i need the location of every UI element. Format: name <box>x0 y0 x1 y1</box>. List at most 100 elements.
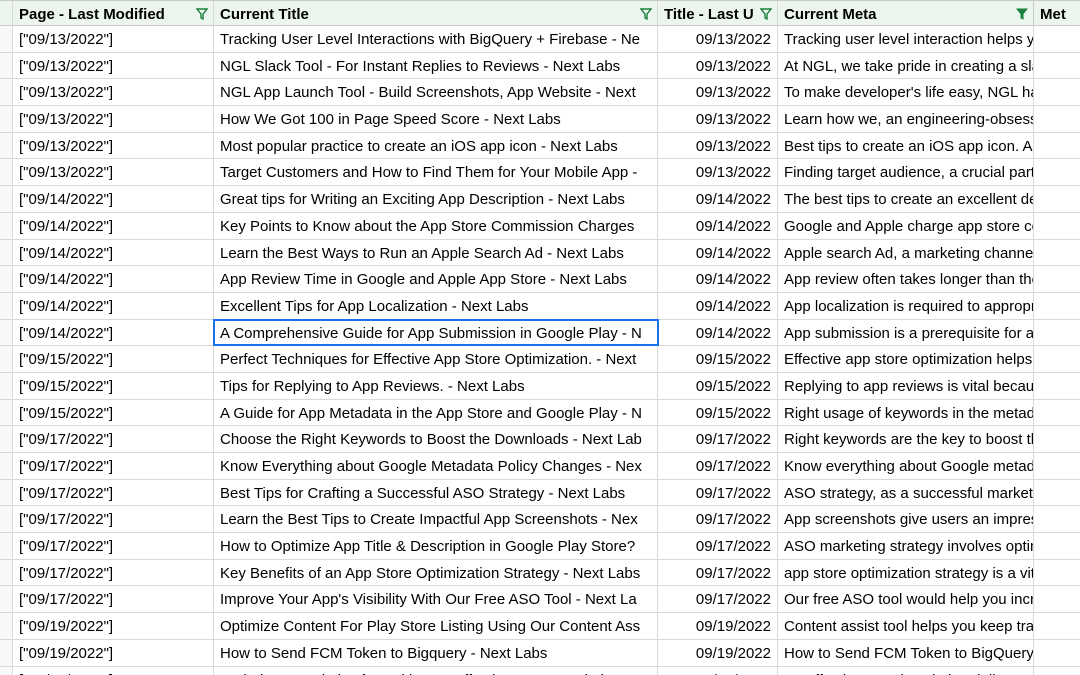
cell-title-last-updated[interactable]: 09/17/2022 <box>658 586 778 612</box>
cell-current-title[interactable]: Target Customers and How to Find Them fo… <box>214 159 658 185</box>
row-gutter[interactable] <box>0 613 13 639</box>
cell-current-title[interactable]: How to Send FCM Token to Bigquery - Next… <box>214 640 658 666</box>
cell-current-meta[interactable]: ASO strategy, as a successful marketin <box>778 480 1034 506</box>
cell-current-meta[interactable]: App submission is a prerequisite for ap <box>778 320 1034 346</box>
row-gutter[interactable] <box>0 213 13 239</box>
row-gutter[interactable] <box>0 667 13 675</box>
cell-current-title[interactable]: Tips for Replying to App Reviews. - Next… <box>214 373 658 399</box>
cell-title-last-updated[interactable]: 09/14/2022 <box>658 240 778 266</box>
cell-meta-partial[interactable] <box>1034 373 1080 399</box>
cell-page-modified[interactable]: ["09/14/2022"] <box>13 266 214 292</box>
table-row[interactable]: ["09/17/2022"]Key Benefits of an App Sto… <box>0 560 1080 587</box>
cell-page-modified[interactable]: ["09/20/2022"] <box>13 667 214 675</box>
table-row[interactable]: ["09/19/2022"]Optimize Content For Play … <box>0 613 1080 640</box>
cell-meta-partial[interactable] <box>1034 26 1080 52</box>
filter-icon[interactable] <box>639 8 653 22</box>
table-row[interactable]: ["09/17/2022"]How to Optimize App Title … <box>0 533 1080 560</box>
cell-meta-partial[interactable] <box>1034 560 1080 586</box>
cell-page-modified[interactable]: ["09/14/2022"] <box>13 186 214 212</box>
row-gutter[interactable] <box>0 79 13 105</box>
table-row[interactable]: ["09/20/2022"]Techniques and Tips for Wr… <box>0 667 1080 675</box>
cell-page-modified[interactable]: ["09/14/2022"] <box>13 240 214 266</box>
table-row[interactable]: ["09/13/2022"]Most popular practice to c… <box>0 133 1080 160</box>
cell-page-modified[interactable]: ["09/17/2022"] <box>13 426 214 452</box>
cell-current-meta[interactable]: Know everything about Google metada <box>778 453 1034 479</box>
cell-page-modified[interactable]: ["09/17/2022"] <box>13 480 214 506</box>
cell-meta-partial[interactable] <box>1034 586 1080 612</box>
row-gutter[interactable] <box>0 640 13 666</box>
cell-title-last-updated[interactable]: 09/15/2022 <box>658 373 778 399</box>
cell-current-meta[interactable]: Tracking user level interaction helps yo <box>778 26 1034 52</box>
cell-page-modified[interactable]: ["09/13/2022"] <box>13 159 214 185</box>
cell-current-meta[interactable]: Effective app store optimization helps a <box>778 346 1034 372</box>
cell-current-title[interactable]: NGL App Launch Tool - Build Screenshots,… <box>214 79 658 105</box>
cell-page-modified[interactable]: ["09/15/2022"] <box>13 346 214 372</box>
cell-current-title[interactable]: Learn the Best Tips to Create Impactful … <box>214 506 658 532</box>
column-header-page-modified[interactable]: Page - Last Modified <box>13 1 214 25</box>
cell-current-title[interactable]: App Review Time in Google and Apple App … <box>214 266 658 292</box>
cell-current-meta[interactable]: How to Send FCM Token to BigQuery <box>778 640 1034 666</box>
cell-meta-partial[interactable] <box>1034 346 1080 372</box>
column-header-title-last-updated[interactable]: Title - Last U <box>658 1 778 25</box>
cell-title-last-updated[interactable]: 09/17/2022 <box>658 453 778 479</box>
cell-current-meta[interactable]: Replying to app reviews is vital becaus <box>778 373 1034 399</box>
cell-title-last-updated[interactable]: 09/13/2022 <box>658 159 778 185</box>
row-gutter[interactable] <box>0 480 13 506</box>
row-gutter[interactable] <box>0 346 13 372</box>
cell-current-meta[interactable]: At NGL, we take pride in creating a sla <box>778 53 1034 79</box>
column-header-meta-partial[interactable]: Met <box>1034 1 1080 25</box>
cell-page-modified[interactable]: ["09/17/2022"] <box>13 453 214 479</box>
row-gutter[interactable] <box>0 586 13 612</box>
cell-current-meta[interactable]: Best tips to create an iOS app icon. A <box>778 133 1034 159</box>
cell-title-last-updated[interactable]: 09/14/2022 <box>658 293 778 319</box>
cell-meta-partial[interactable] <box>1034 159 1080 185</box>
table-row[interactable]: ["09/14/2022"]Key Points to Know about t… <box>0 213 1080 240</box>
cell-current-title[interactable]: Great tips for Writing an Exciting App D… <box>214 186 658 212</box>
cell-current-meta[interactable]: ASO marketing strategy involves optim <box>778 533 1034 559</box>
cell-title-last-updated[interactable]: 09/13/2022 <box>658 106 778 132</box>
cell-current-meta[interactable]: Learn how we, an engineering-obsess <box>778 106 1034 132</box>
cell-meta-partial[interactable] <box>1034 320 1080 346</box>
row-gutter[interactable] <box>0 53 13 79</box>
cell-page-modified[interactable]: ["09/17/2022"] <box>13 586 214 612</box>
cell-current-title[interactable]: Techniques and Tips for Writing an Effec… <box>214 667 658 675</box>
table-row[interactable]: ["09/17/2022"]Learn the Best Tips to Cre… <box>0 506 1080 533</box>
cell-current-title[interactable]: Improve Your App's Visibility With Our F… <box>214 586 658 612</box>
table-row[interactable]: ["09/14/2022"]Learn the Best Ways to Run… <box>0 240 1080 267</box>
row-gutter[interactable] <box>0 533 13 559</box>
cell-current-meta[interactable]: Google and Apple charge app store co <box>778 213 1034 239</box>
table-row[interactable]: ["09/13/2022"]Target Customers and How t… <box>0 159 1080 186</box>
cell-title-last-updated[interactable]: 09/14/2022 <box>658 266 778 292</box>
filter-icon[interactable] <box>195 8 209 22</box>
row-gutter[interactable] <box>0 106 13 132</box>
table-row[interactable]: ["09/15/2022"]A Guide for App Metadata i… <box>0 400 1080 427</box>
cell-current-meta[interactable]: App screenshots give users an impres <box>778 506 1034 532</box>
cell-current-title[interactable]: Key Points to Know about the App Store C… <box>214 213 658 239</box>
cell-page-modified[interactable]: ["09/14/2022"] <box>13 213 214 239</box>
cell-meta-partial[interactable] <box>1034 133 1080 159</box>
cell-title-last-updated[interactable]: 09/13/2022 <box>658 133 778 159</box>
cell-meta-partial[interactable] <box>1034 293 1080 319</box>
cell-current-title[interactable]: Most popular practice to create an iOS a… <box>214 133 658 159</box>
row-gutter[interactable] <box>0 186 13 212</box>
cell-title-last-updated[interactable]: 09/15/2022 <box>658 400 778 426</box>
spreadsheet-grid[interactable]: Page - Last Modified Current Title Title… <box>0 0 1080 675</box>
row-gutter[interactable] <box>0 26 13 52</box>
cell-meta-partial[interactable] <box>1034 186 1080 212</box>
cell-current-meta[interactable]: Finding target audience, a crucial part <box>778 159 1034 185</box>
row-gutter[interactable] <box>0 400 13 426</box>
table-row[interactable]: ["09/14/2022"]A Comprehensive Guide for … <box>0 320 1080 347</box>
cell-title-last-updated[interactable]: 09/17/2022 <box>658 560 778 586</box>
cell-title-last-updated[interactable]: 09/19/2022 <box>658 613 778 639</box>
cell-meta-partial[interactable] <box>1034 506 1080 532</box>
row-gutter[interactable] <box>0 293 13 319</box>
cell-page-modified[interactable]: ["09/14/2022"] <box>13 293 214 319</box>
cell-meta-partial[interactable] <box>1034 480 1080 506</box>
cell-meta-partial[interactable] <box>1034 240 1080 266</box>
cell-page-modified[interactable]: ["09/13/2022"] <box>13 106 214 132</box>
cell-page-modified[interactable]: ["09/15/2022"] <box>13 373 214 399</box>
cell-meta-partial[interactable] <box>1034 426 1080 452</box>
cell-current-title[interactable]: Optimize Content For Play Store Listing … <box>214 613 658 639</box>
row-gutter[interactable] <box>0 373 13 399</box>
cell-current-meta[interactable]: An effective app description delineates <box>778 667 1034 675</box>
